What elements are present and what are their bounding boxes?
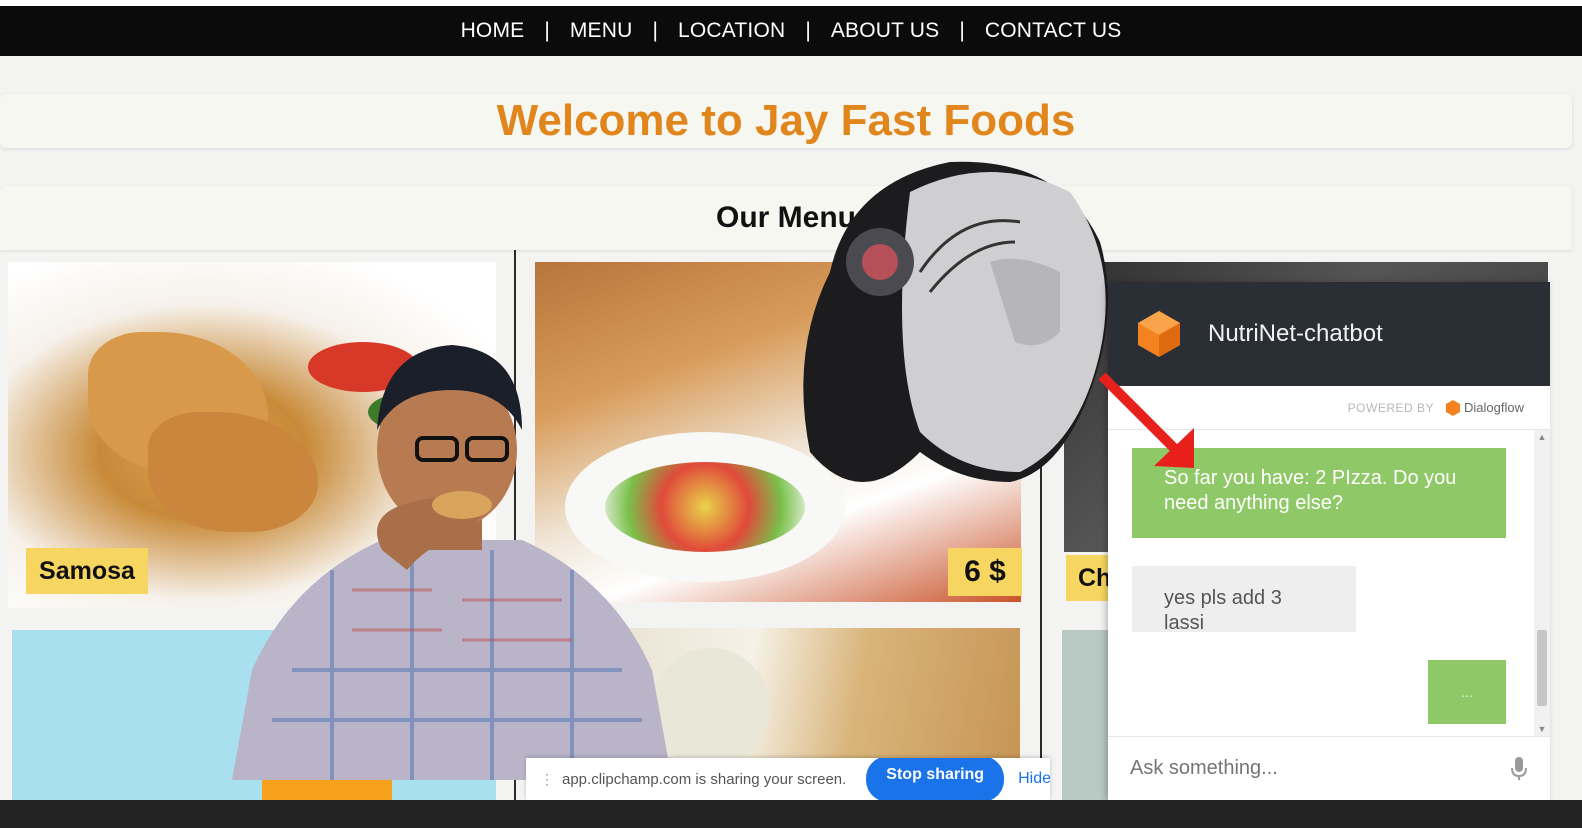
nav-separator: | (544, 19, 550, 42)
bottom-letterbox (0, 800, 1582, 828)
person-overlay-image (232, 345, 672, 780)
welcome-title: Welcome to Jay Fast Foods (496, 96, 1076, 145)
chatbot-title: NutriNet-chatbot (1208, 320, 1383, 347)
nav-about-us[interactable]: ABOUT US (831, 19, 940, 43)
dialogflow-logo-icon (1446, 399, 1461, 416)
microphone-icon[interactable] (1510, 756, 1528, 782)
navbar: HOME | MENU | LOCATION | ABOUT US | CONT… (0, 6, 1582, 56)
dialogflow-label: Dialogflow (1464, 400, 1524, 415)
chat-input[interactable] (1130, 757, 1510, 780)
scroll-up-icon[interactable]: ▲ (1537, 432, 1547, 442)
nav-location[interactable]: LOCATION (678, 19, 785, 43)
chat-scrollbar[interactable]: ▲ ▼ (1534, 430, 1550, 736)
drag-handle-icon[interactable]: ⋮ (540, 771, 554, 788)
menu-item-name: Samosa (26, 548, 148, 594)
chat-input-row (1108, 736, 1550, 800)
share-status-text: app.clipchamp.com is sharing your screen… (562, 770, 847, 788)
stop-sharing-button[interactable]: Stop sharing (866, 758, 1005, 800)
bot-typing-message: ... (1428, 660, 1506, 724)
user-message: yes pls add 3 lassi (1132, 566, 1356, 634)
nav-menu[interactable]: MENU (570, 19, 633, 43)
nav-contact-us[interactable]: CONTACT US (985, 19, 1122, 43)
nav-home[interactable]: HOME (461, 19, 525, 43)
menu-header: Our Menu (0, 186, 1572, 250)
chatbot-widget: NutriNet-chatbot POWERED BY Dialogflow S… (1108, 282, 1550, 800)
webpage: HOME | MENU | LOCATION | ABOUT US | CONT… (0, 0, 1582, 800)
welcome-banner: Welcome to Jay Fast Foods (0, 94, 1572, 148)
robot-head-overlay-image (803, 161, 1108, 482)
menu-item-name: Ch (1066, 555, 1114, 601)
nav-separator: | (959, 19, 965, 42)
red-arrow-annotation-icon (1098, 372, 1194, 468)
nav-separator: | (805, 19, 811, 42)
screen-share-bar: ⋮ app.clipchamp.com is sharing your scre… (526, 758, 1050, 800)
hide-button[interactable]: Hide (1018, 770, 1050, 788)
dialogflow-cube-icon (1138, 311, 1180, 357)
menu-item-price: 6 $ (948, 548, 1022, 596)
nav-separator: | (652, 19, 658, 42)
scroll-down-icon[interactable]: ▼ (1537, 724, 1547, 734)
powered-by-label: POWERED BY (1347, 400, 1435, 415)
scroll-thumb[interactable] (1537, 630, 1547, 706)
